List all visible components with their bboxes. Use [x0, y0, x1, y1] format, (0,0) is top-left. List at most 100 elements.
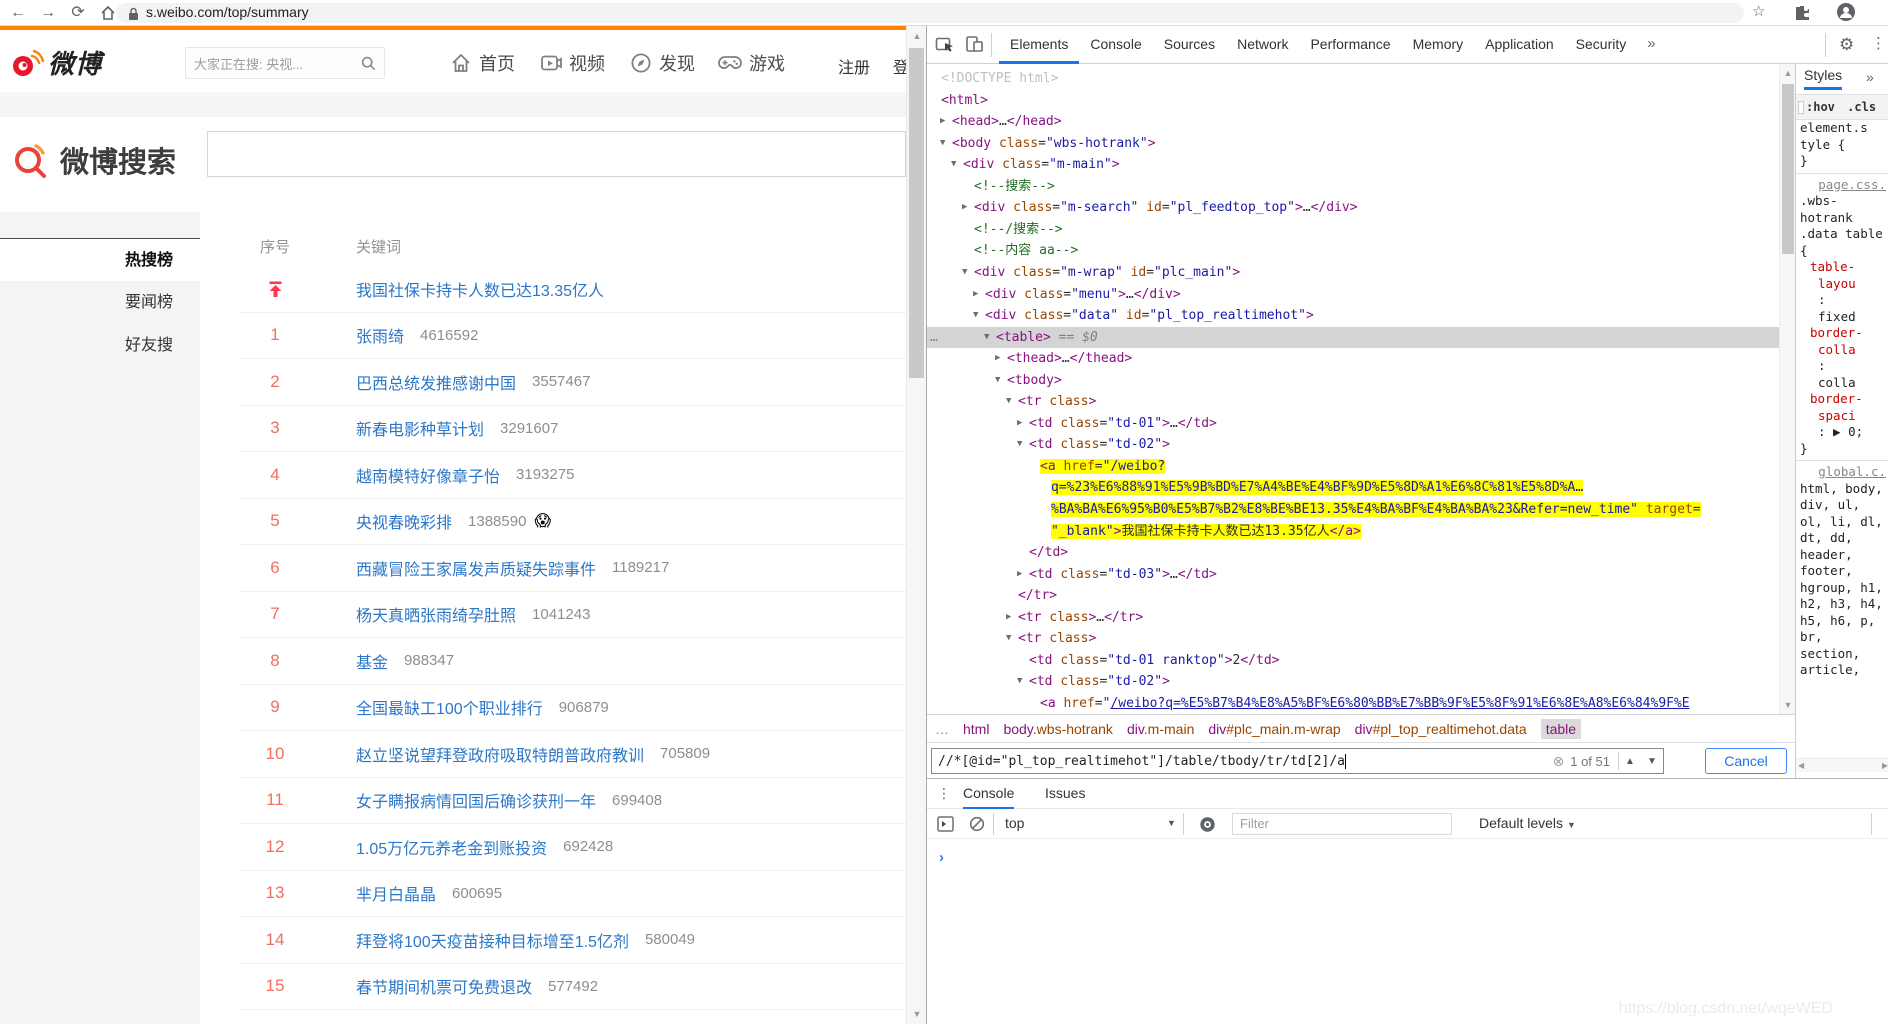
console-menu-dots-icon[interactable]: ⋮ [937, 785, 951, 802]
collapse-arrow-icon[interactable]: ▼ [995, 370, 1000, 391]
hot-topic-link[interactable]: 西藏冒险王家属发声质疑失踪事件 [356, 556, 596, 580]
devtools-tab-console[interactable]: Console [1079, 26, 1152, 64]
search-icon[interactable] [361, 56, 376, 71]
dom-tree-line[interactable]: ▼<body class="wbs-hotrank"> [927, 133, 1779, 154]
breadcrumb-item[interactable]: div.m-main [1127, 721, 1194, 737]
reload-icon[interactable]: ⟳ [66, 1, 90, 25]
sidebar-item-1[interactable]: 热搜榜 [0, 238, 200, 281]
pinned-title-link[interactable]: 我国社保卡持卡人数已达13.35亿人 [356, 277, 604, 301]
hot-topic-link[interactable]: 新春电影种草计划 [356, 416, 484, 440]
tree-line-gutter-dots[interactable]: … [930, 327, 938, 348]
dom-tree-line[interactable]: <!--搜索--> [927, 176, 1779, 197]
breadcrumb-item[interactable]: div#pl_top_realtimehot.data [1355, 721, 1527, 737]
expand-arrow-icon[interactable]: ▶ [1006, 607, 1011, 628]
devtools-tab-security[interactable]: Security [1565, 26, 1638, 64]
scroll-down-icon[interactable]: ▼ [907, 1006, 927, 1022]
pseudo-cls-toggle[interactable]: .cls [1847, 100, 1876, 114]
dom-tree-line[interactable]: <html> [927, 90, 1779, 111]
devtools-tab-performance[interactable]: Performance [1299, 26, 1401, 64]
collapse-arrow-icon[interactable]: ▼ [940, 133, 945, 154]
weibo-logo[interactable]: 微博 [10, 44, 102, 81]
nav-item-1[interactable]: 首页 [450, 50, 515, 76]
breadcrumb-item[interactable]: … [935, 721, 949, 737]
expand-arrow-icon[interactable]: ▶ [973, 284, 978, 305]
elements-scrollbar-thumb[interactable] [1782, 84, 1794, 254]
collapse-arrow-icon[interactable]: ▼ [1017, 671, 1022, 692]
dom-tree-line[interactable]: ▼<div class="data" id="pl_top_realtimeho… [927, 305, 1779, 326]
bookmark-star-icon[interactable]: ☆ [1752, 2, 1765, 20]
dom-tree-line[interactable]: <!--内容 aa--> [927, 240, 1779, 261]
styles-overflow-chevron[interactable]: » [1866, 69, 1874, 85]
dom-tree-line[interactable]: ▶<div class="menu">…</div> [927, 284, 1779, 305]
dom-tree-line[interactable]: ▶<td class="td-03">…</td> [927, 564, 1779, 585]
dom-tree-line[interactable]: …▼<table> == $0 [927, 327, 1779, 348]
devtools-tab-application[interactable]: Application [1474, 26, 1565, 64]
tab-styles[interactable]: Styles [1804, 67, 1842, 90]
dom-tree-line[interactable]: ▼<div class="m-main"> [927, 154, 1779, 175]
console-levels-dropdown[interactable]: Default levels ▼ [1479, 815, 1576, 831]
dom-tree-line[interactable]: %BA%BA%E6%95%B0%E5%B7%B2%E8%BE%BE13.35%E… [927, 499, 1779, 520]
device-toolbar-icon[interactable] [965, 34, 985, 54]
dom-tree-line[interactable]: ▼<tr class> [927, 391, 1779, 412]
hot-topic-link[interactable]: 基金 [356, 649, 388, 673]
inspect-element-icon[interactable] [935, 34, 955, 54]
url-text[interactable]: s.weibo.com/top/summary [146, 4, 309, 20]
dom-tree-line[interactable]: "_blank">我国社保卡持卡人数已达13.35亿人</a> [927, 521, 1779, 542]
find-cancel-button[interactable]: Cancel [1705, 748, 1787, 774]
find-clear-icon[interactable]: ⊗ [1553, 753, 1565, 770]
nav-item-3[interactable]: 发现 [630, 50, 695, 76]
dom-tree-line[interactable]: ▼<tbody> [927, 370, 1779, 391]
elements-scrollbar[interactable]: ▲ ▼ [1779, 64, 1795, 714]
dom-tree-line[interactable]: <a href="/weibo?q=%E5%B7%B4%E8%A5%BF%E6%… [927, 693, 1779, 714]
collapse-arrow-icon[interactable]: ▼ [984, 327, 989, 348]
find-input[interactable]: //*[@id="pl_top_realtimehot"]/table/tbod… [931, 748, 1664, 774]
devtools-tab-sources[interactable]: Sources [1153, 26, 1226, 64]
dom-tree-line[interactable]: <!--/搜索--> [927, 219, 1779, 240]
dom-tree-line[interactable]: ▼<td class="td-02"> [927, 671, 1779, 692]
dom-tree-line[interactable]: ▶<div class="m-search" id="pl_feedtop_to… [927, 197, 1779, 218]
expand-arrow-icon[interactable]: ▶ [995, 348, 1000, 369]
collapse-arrow-icon[interactable]: ▼ [973, 305, 978, 326]
console-eye-icon[interactable] [1199, 816, 1216, 833]
expand-arrow-icon[interactable]: ▶ [940, 111, 945, 132]
pseudo-hov-toggle[interactable]: :hov [1806, 100, 1835, 114]
devtools-tab-network[interactable]: Network [1226, 26, 1299, 64]
devtools-tab-memory[interactable]: Memory [1402, 26, 1475, 64]
breadcrumb-item[interactable]: table [1541, 719, 1581, 739]
console-filter-input[interactable]: Filter [1232, 813, 1452, 835]
dom-tree-line[interactable]: q=%23%E6%88%91%E5%9B%BD%E7%A4%BE%E4%BF%9… [927, 477, 1779, 498]
context-dropdown-caret-icon[interactable]: ▼ [1167, 818, 1176, 828]
styles-hscrollbar[interactable]: ◀ ▶ [1796, 758, 1888, 772]
sidebar-item-3[interactable]: 好友搜 [0, 324, 200, 367]
hot-topic-link[interactable]: 春节期间机票可免费退改 [356, 974, 532, 998]
tabs-overflow-chevron-icon[interactable]: » [1637, 26, 1665, 64]
dom-tree-line[interactable]: </td> [927, 542, 1779, 563]
dom-tree-line[interactable]: ▶<thead>…</thead> [927, 348, 1779, 369]
dom-tree-line[interactable]: ▶<head>…</head> [927, 111, 1779, 132]
hot-topic-link[interactable]: 杨天真晒张雨绮孕肚照 [356, 602, 516, 626]
console-context-dropdown[interactable]: top [1005, 815, 1024, 831]
hot-topic-link[interactable]: 央视春晚彩排 [356, 509, 452, 533]
dom-tree-line[interactable]: <td class="td-01 ranktop">2</td> [927, 650, 1779, 671]
collapse-arrow-icon[interactable]: ▼ [1006, 628, 1011, 649]
console-sidebar-icon[interactable] [937, 816, 954, 832]
tab-console[interactable]: Console [963, 779, 1014, 809]
forward-icon[interactable]: → [36, 1, 60, 25]
dom-tree-line[interactable]: ▼<div class="m-wrap" id="plc_main"> [927, 262, 1779, 283]
expand-arrow-icon[interactable]: ▶ [962, 197, 967, 218]
scroll-up-icon[interactable]: ▲ [907, 28, 927, 44]
sidebar-item-2[interactable]: 要闻榜 [0, 281, 200, 324]
expand-arrow-icon[interactable]: ▶ [1017, 413, 1022, 434]
find-previous-icon[interactable]: ▲ [1619, 756, 1641, 767]
stylesheet-link[interactable]: global.c. [1796, 464, 1888, 481]
find-next-icon[interactable]: ▼ [1641, 756, 1663, 767]
hot-topic-link[interactable]: 芈月白晶晶 [356, 881, 436, 905]
dom-tree-line[interactable]: <a href="/weibo? [927, 456, 1779, 477]
login-link[interactable]: 登 [893, 54, 906, 78]
dom-tree-line[interactable]: ▶<td class="td-01">…</td> [927, 413, 1779, 434]
collapse-arrow-icon[interactable]: ▼ [1017, 434, 1022, 455]
hot-topic-link[interactable]: 巴西总统发推感谢中国 [356, 370, 516, 394]
profile-avatar[interactable] [1836, 2, 1856, 22]
console-prompt-chevron[interactable]: › [939, 849, 944, 866]
extensions-puzzle-icon[interactable] [1794, 5, 1810, 21]
